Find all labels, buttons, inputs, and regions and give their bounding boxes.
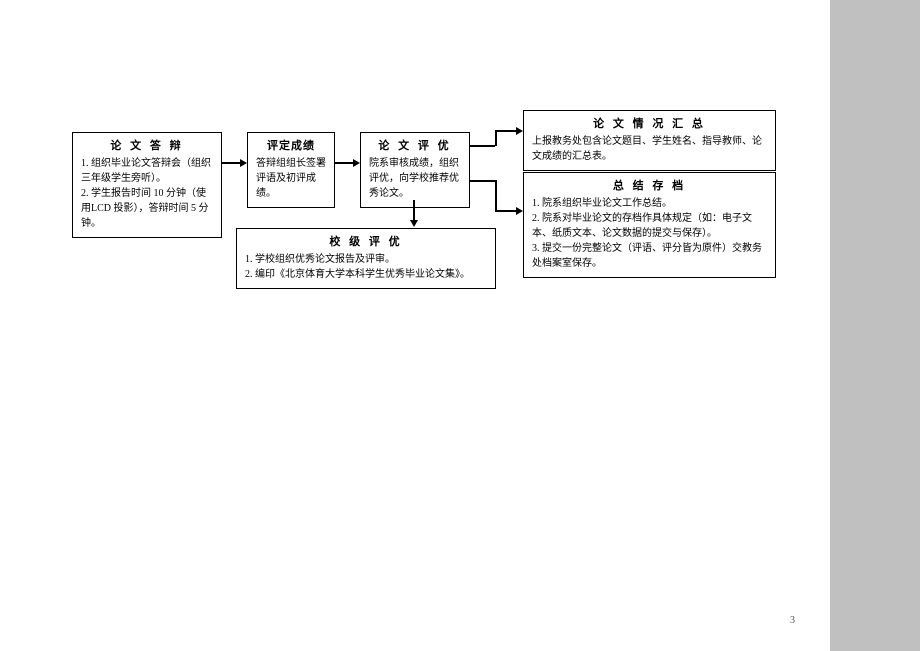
box-school-evaluation: 校 级 评 优 1. 学校组织优秀论文报告及评审。 2. 编印《北京体育大学本科…: [236, 228, 496, 289]
connector: [335, 162, 355, 164]
connector: [495, 130, 518, 132]
box-thesis-defense-body: 1. 组织毕业论文答辩会（组织三年级学生旁听）。 2. 学生报告时间 10 分钟…: [81, 156, 213, 231]
box-thesis-defense: 论 文 答 辩 1. 组织毕业论文答辩会（组织三年级学生旁听）。 2. 学生报告…: [72, 132, 222, 238]
box-summary-archive-body: 1. 院系组织毕业论文工作总结。 2. 院系对毕业论文的存档作具体规定（如：电子…: [532, 196, 767, 271]
box-thesis-defense-title: 论 文 答 辩: [81, 139, 213, 153]
box-grade-assessment-body: 答辩组组长签署评语及初评成绩。: [256, 156, 326, 201]
connector: [495, 210, 518, 212]
box-thesis-summary: 论 文 情 况 汇 总 上报教务处包含论文题目、学生姓名、指导教师、论文成绩的汇…: [523, 110, 776, 171]
arrow-icon: [516, 207, 523, 215]
arrow-icon: [353, 159, 360, 167]
connector: [470, 145, 495, 147]
arrow-icon: [410, 220, 418, 227]
connector: [495, 180, 497, 210]
box-thesis-summary-body: 上报教务处包含论文题目、学生姓名、指导教师、论文成绩的汇总表。: [532, 134, 767, 164]
connector: [413, 200, 415, 222]
box-thesis-evaluation: 论 文 评 优 院系审核成绩，组织评优，向学校推荐优秀论文。: [360, 132, 470, 208]
connector: [495, 130, 497, 146]
box-thesis-summary-title: 论 文 情 况 汇 总: [532, 117, 767, 131]
box-grade-assessment-title: 评定成绩: [256, 139, 326, 153]
box-school-evaluation-title: 校 级 评 优: [245, 235, 487, 249]
arrow-icon: [240, 159, 247, 167]
box-thesis-evaluation-title: 论 文 评 优: [369, 139, 461, 153]
box-school-evaluation-body: 1. 学校组织优秀论文报告及评审。 2. 编印《北京体育大学本科学生优秀毕业论文…: [245, 252, 487, 282]
box-summary-archive-title: 总 结 存 档: [532, 179, 767, 193]
connector: [222, 162, 242, 164]
box-summary-archive: 总 结 存 档 1. 院系组织毕业论文工作总结。 2. 院系对毕业论文的存档作具…: [523, 172, 776, 278]
connector: [470, 180, 495, 182]
page-number: 3: [790, 615, 795, 626]
box-grade-assessment: 评定成绩 答辩组组长签署评语及初评成绩。: [247, 132, 335, 208]
arrow-icon: [516, 127, 523, 135]
box-thesis-evaluation-body: 院系审核成绩，组织评优，向学校推荐优秀论文。: [369, 156, 461, 201]
